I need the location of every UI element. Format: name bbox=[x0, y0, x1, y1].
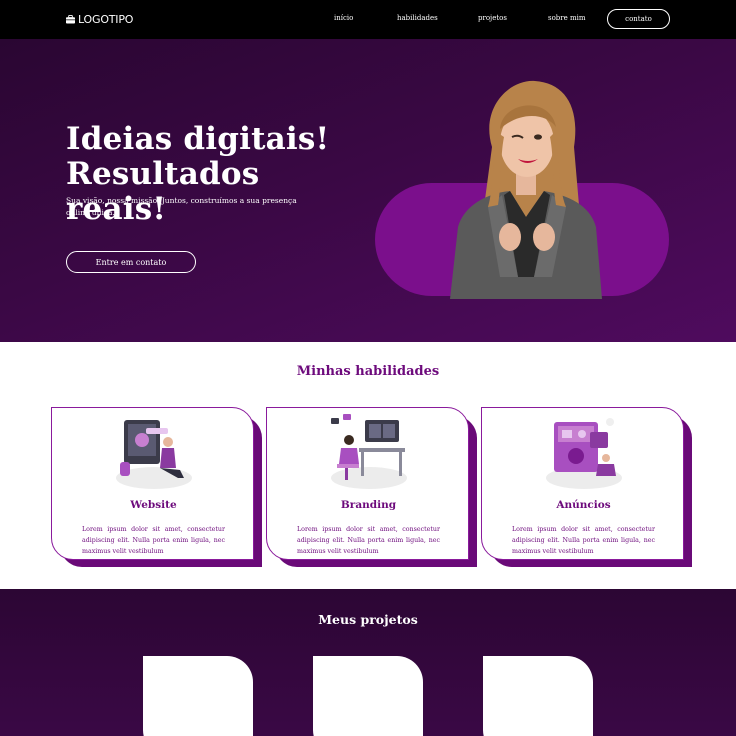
skill-card-anuncios: Anúncios Lorem ipsum dolor sit amet, con… bbox=[481, 407, 694, 568]
logo-text: LOGOTIPO bbox=[78, 12, 134, 26]
card-text: Lorem ipsum dolor sit amet, consectetur … bbox=[512, 526, 655, 555]
card-title: Anúncios bbox=[556, 499, 611, 511]
top-nav: LOGOTIPO início habilidades projetos sob… bbox=[0, 0, 736, 39]
card-text: Lorem ipsum dolor sit amet, consectetur … bbox=[82, 526, 225, 555]
skill-card-branding: Branding Lorem ipsum dolor sit amet, con… bbox=[266, 407, 479, 568]
project-card-2[interactable] bbox=[313, 656, 423, 736]
hero-cta-button[interactable]: Entre em contato bbox=[66, 251, 196, 273]
hero-subtitle: Sua visão, nossa missão. Juntos, constru… bbox=[66, 196, 297, 217]
ads-screens-illustration bbox=[546, 418, 622, 489]
nav-link-inicio[interactable]: início bbox=[334, 14, 353, 22]
card-title: Branding bbox=[340, 499, 397, 511]
card-body: Website Lorem ipsum dolor sit amet, cons… bbox=[51, 407, 254, 560]
card-body: Branding Lorem ipsum dolor sit amet, con… bbox=[266, 407, 469, 560]
projects-title: Meus projetos bbox=[318, 612, 418, 627]
projects-section: Meus projetos bbox=[0, 589, 736, 736]
nav-link-sobre-mim[interactable]: sobre mim bbox=[548, 14, 586, 22]
briefcase-icon bbox=[66, 14, 75, 24]
nav-link-projetos[interactable]: projetos bbox=[478, 14, 507, 22]
skills-title: Minhas habilidades bbox=[296, 364, 440, 379]
card-text: Lorem ipsum dolor sit amet, consectetur … bbox=[297, 526, 440, 555]
logo[interactable]: LOGOTIPO bbox=[66, 12, 133, 26]
hero-section: Ideias digitais! Resultados reais! Sua v… bbox=[0, 39, 736, 342]
contact-button[interactable]: contato bbox=[607, 9, 670, 29]
laptop-coding-illustration bbox=[116, 420, 192, 489]
desk-monitors-illustration bbox=[331, 414, 407, 489]
project-card-1[interactable] bbox=[143, 656, 253, 736]
card-title: Website bbox=[130, 499, 177, 511]
hero-photo bbox=[450, 80, 602, 299]
nav-link-habilidades[interactable]: habilidades bbox=[397, 14, 438, 22]
project-card-3[interactable] bbox=[483, 656, 593, 736]
skill-card-website: Website Lorem ipsum dolor sit amet, cons… bbox=[51, 407, 264, 568]
hero-title-line-1: Ideias digitais! bbox=[66, 121, 330, 157]
card-body: Anúncios Lorem ipsum dolor sit amet, con… bbox=[481, 407, 684, 560]
